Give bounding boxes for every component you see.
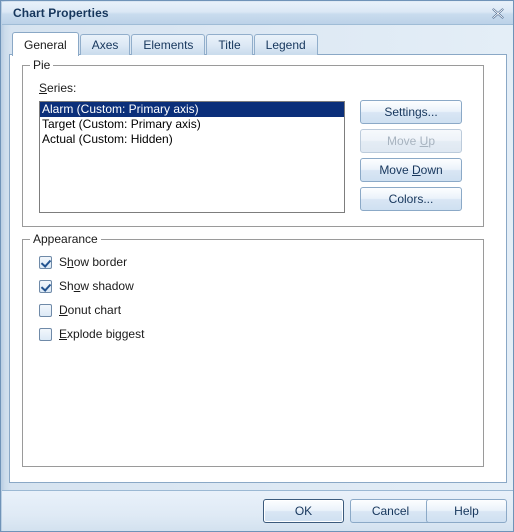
checkbox-show-shadow[interactable]: Show shadow xyxy=(39,278,134,294)
move-down-button[interactable]: Move Down xyxy=(360,158,462,182)
appearance-group: Appearance Show border Show shadow Donut… xyxy=(22,232,484,467)
window-title: Chart Properties xyxy=(13,6,109,20)
checkbox-label: Explode biggest xyxy=(59,327,145,341)
checkbox-label: Donut chart xyxy=(59,303,122,317)
checkbox-icon[interactable] xyxy=(39,255,52,269)
list-item[interactable]: Target (Custom: Primary axis) xyxy=(40,117,344,132)
checkbox-label: Show border xyxy=(59,255,128,269)
tab-label: Legend xyxy=(265,38,306,52)
ok-button[interactable]: OK xyxy=(263,499,344,523)
appearance-group-legend: Appearance xyxy=(30,232,101,246)
tab-axes[interactable]: Axes xyxy=(79,34,131,55)
title-bar: Chart Properties xyxy=(2,2,513,25)
help-button[interactable]: Help xyxy=(426,499,507,523)
checkbox-icon[interactable] xyxy=(39,279,52,293)
settings-button[interactable]: Settings... xyxy=(360,100,462,124)
checkbox-show-border[interactable]: Show border xyxy=(39,254,127,270)
tab-label: Title xyxy=(218,38,241,52)
list-item[interactable]: Alarm (Custom: Primary axis) xyxy=(40,102,344,117)
button-label: OK xyxy=(294,504,313,518)
tab-legend[interactable]: Legend xyxy=(253,34,318,55)
pie-group-legend: Pie xyxy=(30,58,54,72)
checkbox-icon[interactable] xyxy=(39,303,52,317)
button-label: Help xyxy=(454,504,479,518)
tab-label: General xyxy=(24,37,67,52)
footer-bar: OK Cancel Help xyxy=(2,491,513,531)
tab-label: Elements xyxy=(143,38,194,52)
button-label: Colors... xyxy=(388,192,434,206)
cancel-button[interactable]: Cancel xyxy=(350,499,431,523)
move-up-button: Move Up xyxy=(360,129,462,153)
button-label: Settings... xyxy=(384,105,438,119)
checkbox-donut-chart[interactable]: Donut chart xyxy=(39,302,121,318)
pie-group: Pie Series: Alarm (Custom: Primary axis)… xyxy=(22,58,484,227)
button-label: Move Up xyxy=(386,134,436,148)
checkbox-icon[interactable] xyxy=(39,327,52,341)
tab-elements[interactable]: Elements xyxy=(131,34,206,55)
close-icon[interactable] xyxy=(490,6,506,21)
series-listbox[interactable]: Alarm (Custom: Primary axis) Target (Cus… xyxy=(39,101,345,213)
checkbox-explode-biggest[interactable]: Explode biggest xyxy=(39,326,144,342)
button-label: Move Down xyxy=(379,163,443,177)
button-label: Cancel xyxy=(371,504,410,518)
general-tab-panel: Pie Series: Alarm (Custom: Primary axis)… xyxy=(9,54,507,483)
tab-strip: General Axes Elements Title Legend xyxy=(12,32,319,56)
tab-title[interactable]: Title xyxy=(206,34,253,55)
tab-general[interactable]: General xyxy=(12,32,79,56)
checkbox-label: Show shadow xyxy=(59,279,134,293)
tab-label: Axes xyxy=(91,38,119,52)
series-label: Series: xyxy=(39,81,77,95)
list-item[interactable]: Actual (Custom: Hidden) xyxy=(40,132,344,147)
colors-button[interactable]: Colors... xyxy=(360,187,462,211)
chart-properties-dialog: Chart Properties General Axes Elements T… xyxy=(0,0,514,532)
